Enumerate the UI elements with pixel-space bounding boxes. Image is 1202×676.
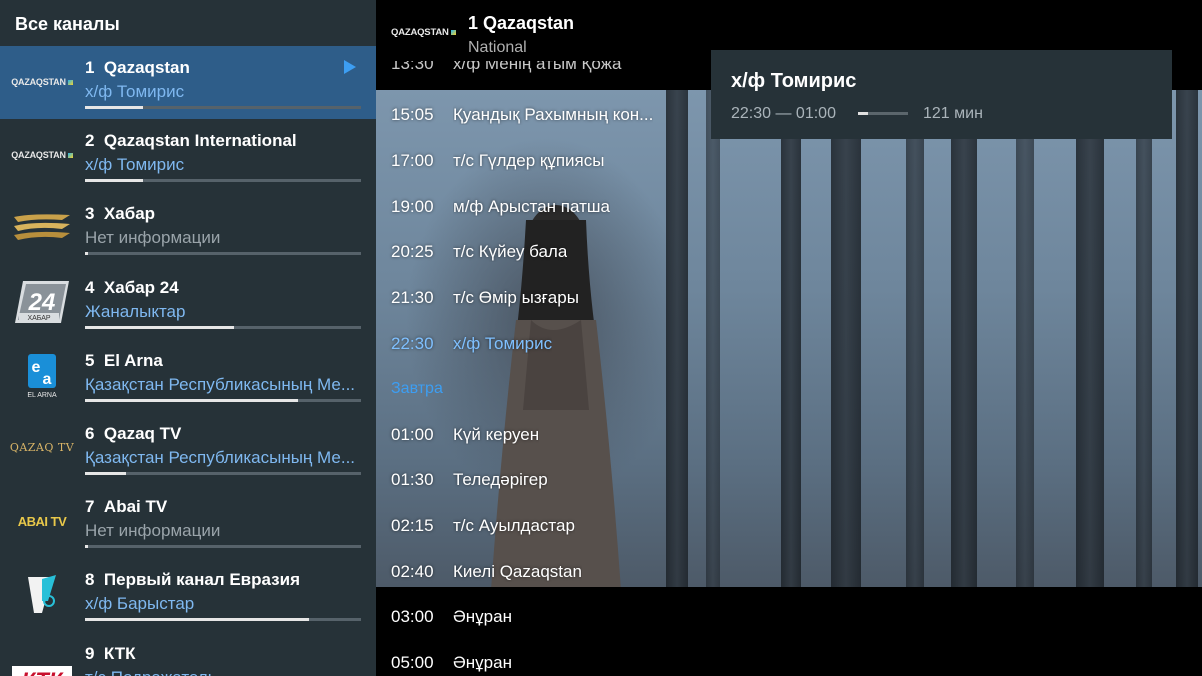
channel-current-program: Нет информации (85, 228, 221, 248)
channel-item-8[interactable]: 8 Первый канал Евразия х/ф Барыстар (0, 558, 376, 631)
svg-text:a: a (43, 371, 52, 388)
epg-row[interactable]: 02:15 т/с Ауылдастар (391, 516, 575, 540)
channel-title: 7 Abai TV (85, 497, 168, 517)
channel-current-program: Нет информации (85, 521, 221, 541)
epg-row[interactable]: 02:40 Киелі Qazaqstan (391, 562, 582, 586)
epg-row[interactable]: 15:05 Қуандық Рахымның кон... (391, 105, 653, 129)
program-time-range: 22:30 — 01:00 (731, 105, 836, 122)
header-channel-category: National (468, 39, 527, 56)
channel-item-1[interactable]: Qazaqstan 1 Qazaqstan х/ф Томирис (0, 46, 376, 120)
channel-title: 8 Первый канал Евразия (85, 570, 300, 590)
svg-text:24: 24 (28, 289, 56, 316)
elarna-icon: e a EL ARNA (8, 351, 76, 399)
channel-progress-bar (85, 252, 361, 256)
channel-item-5[interactable]: e a EL ARNA 5 El Arna Қазақстан Республи… (0, 339, 376, 412)
channel-progress-bar (85, 618, 361, 622)
khabar-icon (8, 204, 76, 252)
program-duration: 121 мин (923, 105, 983, 122)
khabar24-icon: 24 ХАБАР (8, 278, 76, 326)
epg-row-current[interactable]: 22:30 х/ф Томирис (391, 334, 552, 358)
channel-title: 3 Хабар (85, 204, 156, 224)
header-channel-title: 1 Qazaqstan (468, 13, 575, 33)
channel-progress-bar (85, 471, 361, 475)
channel-item-6[interactable]: QAZAQ TV 6 Qazaq TV Қазақстан Республика… (0, 412, 376, 485)
svg-text:КТК: КТК (22, 668, 64, 676)
channel-current-program: т/с Подражатель (85, 668, 361, 676)
epg-day-separator: Завтра (391, 380, 443, 397)
qazaqstan-logo: Qazaqstan (8, 58, 76, 106)
channel-title: 1 Qazaqstan (85, 58, 190, 77)
channel-progress-bar (85, 545, 361, 549)
channel-list-title: Все каналы (15, 14, 120, 34)
channel-item-3[interactable]: 3 Хабар Нет информации (0, 192, 376, 265)
program-progress-bar (858, 112, 908, 115)
play-icon (344, 60, 356, 74)
epg-row[interactable]: 05:00 Әнұран (391, 653, 512, 676)
channel-title: 2 Qazaqstan International (85, 131, 297, 151)
channel-item-7[interactable]: ABAI TV 7 Abai TV Нет информации (0, 485, 376, 558)
channel-title: 6 Qazaq TV (85, 423, 182, 443)
svg-text:ХАБАР: ХАБАР (27, 315, 50, 322)
channel-progress-bar (85, 179, 361, 183)
channel-current-program: Жаналыктар (85, 301, 186, 321)
qazaqstan-logo: Qazaqstan (8, 131, 76, 179)
program-title: х/ф Томирис (731, 70, 857, 92)
abai-tv-logo: ABAI TV (17, 513, 67, 529)
eurasia-icon (8, 570, 76, 618)
channel-current-program: Қазақстан Республикасының Ме... (85, 374, 356, 394)
channel-current-program: х/ф Томирис (85, 155, 185, 175)
ktk-icon: КТК (8, 644, 76, 676)
header-qazaqstan-logo: Qazaqstan (391, 27, 456, 38)
program-info-card: х/ф Томирис 22:30 — 01:00 121 мин (711, 50, 1172, 139)
channel-item-4[interactable]: 24 ХАБАР 4 Хабар 24 Жаналыктар (0, 266, 376, 339)
channel-progress-bar (85, 325, 361, 329)
qazaq-tv-logo: QAZAQ TV (9, 441, 75, 455)
epg-row[interactable]: 21:30 т/с Өмір ызғары (391, 288, 579, 312)
svg-text:e: e (32, 359, 41, 376)
epg-row[interactable]: 01:00 Күй керуен (391, 425, 539, 449)
epg-row[interactable]: 19:00 м/ф Арыстан патша (391, 197, 610, 221)
svg-text:EL ARNA: EL ARNA (27, 392, 57, 398)
channel-progress-bar (85, 106, 361, 109)
epg-row[interactable]: 13:30 х/ф Менің атым Қожа (391, 61, 622, 79)
epg-row[interactable]: 01:30 Теледәрігер (391, 470, 548, 494)
channel-title: 4 Хабар 24 (85, 277, 179, 297)
channel-item-2[interactable]: Qazaqstan 2 Qazaqstan International х/ф … (0, 119, 376, 192)
channel-title: 9 КТК (85, 643, 136, 663)
epg-row[interactable]: 17:00 т/с Гүлдер құпиясы (391, 151, 604, 175)
channel-title: 5 El Arna (85, 350, 163, 370)
channel-current-program: Қазақстан Республикасының Ме... (85, 447, 356, 467)
epg-row[interactable]: 20:25 т/с Күйеу бала (391, 242, 567, 266)
channel-current-program: х/ф Томирис (85, 82, 185, 101)
channel-current-program: х/ф Барыстар (85, 594, 195, 614)
channel-list: Все каналы Qazaqstan 1 Qazaqstan х/ф Том… (0, 0, 376, 676)
epg-row[interactable]: 03:00 Әнұран (391, 607, 512, 631)
channel-item-9[interactable]: КТК 9 КТК т/с Подражатель (0, 632, 376, 676)
channel-progress-bar (85, 398, 361, 402)
